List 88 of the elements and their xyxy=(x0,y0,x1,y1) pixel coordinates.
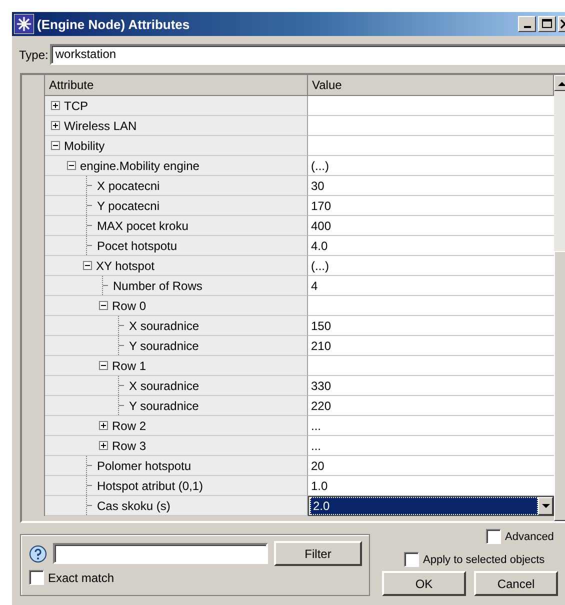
collapse-icon[interactable] xyxy=(83,261,92,270)
maximize-icon xyxy=(542,19,552,29)
collapse-icon[interactable] xyxy=(67,161,76,170)
type-field[interactable]: workstation xyxy=(50,44,565,65)
attribute-name: MAX pocet kroku xyxy=(97,218,188,232)
value-cell[interactable]: 30 xyxy=(308,176,554,196)
attribute-value: 400 xyxy=(311,218,332,234)
value-cell[interactable]: 4 xyxy=(308,276,554,296)
value-cell[interactable]: (...) xyxy=(308,156,554,176)
up-arrow-icon[interactable] xyxy=(558,80,565,86)
attribute-name: X souradnice xyxy=(129,378,200,392)
attribute-name: Number of Rows xyxy=(113,278,202,292)
attribute-name: Y souradnice xyxy=(129,398,199,412)
attribute-name: Polomer hotspotu xyxy=(97,458,192,472)
value-cell[interactable] xyxy=(308,296,554,316)
filter-button[interactable]: Filter xyxy=(274,541,362,566)
attribute-value: 4.0 xyxy=(311,238,328,254)
attribute-name: XY hotspot xyxy=(96,258,154,272)
attribute-value: 4 xyxy=(311,278,318,294)
value-cell[interactable]: 1.0 xyxy=(308,476,554,496)
attribute-value: 210 xyxy=(311,338,332,354)
attribute-name: Row 0 xyxy=(112,298,146,312)
attribute-value: 2.0 xyxy=(310,497,538,515)
advanced-checkbox[interactable]: Advanced xyxy=(486,529,554,544)
expand-icon[interactable] xyxy=(99,421,108,430)
attribute-name: Cas skoku (s) xyxy=(97,498,170,512)
attribute-name: TCP xyxy=(64,98,88,112)
attribute-value: 1.0 xyxy=(311,478,328,494)
expand-icon[interactable] xyxy=(99,441,108,450)
value-cell[interactable]: ... xyxy=(308,436,554,456)
attribute-value: 150 xyxy=(311,318,332,334)
attribute-value: ... xyxy=(311,418,322,434)
attribute-value: 220 xyxy=(311,398,332,414)
filter-field[interactable] xyxy=(53,543,268,564)
attribute-name: engine.Mobility engine xyxy=(80,158,200,172)
ok-button[interactable]: OK xyxy=(382,571,466,596)
value-cell[interactable] xyxy=(308,136,554,156)
attribute-name: X pocatecni xyxy=(97,178,160,192)
attribute-name: X souradnice xyxy=(129,318,200,332)
column-header[interactable]: Attribute xyxy=(45,75,308,96)
attribute-name: Hotspot atribut (0,1) xyxy=(97,478,204,492)
collapse-icon[interactable] xyxy=(99,361,108,370)
attribute-value: 330 xyxy=(311,378,332,394)
attribute-value: (...) xyxy=(311,158,329,174)
attribute-name: Y souradnice xyxy=(129,338,199,352)
attribute-value: ... xyxy=(311,438,322,454)
window-title: (Engine Node) Attributes xyxy=(37,16,191,32)
value-cell[interactable] xyxy=(308,116,554,136)
value-cell[interactable]: 400 xyxy=(308,216,554,236)
attribute-name: Wireless LAN xyxy=(64,118,137,132)
value-cell[interactable]: 170 xyxy=(308,196,554,216)
dropdown-button[interactable] xyxy=(538,497,553,515)
value-cell[interactable]: 220 xyxy=(308,396,554,416)
help-icon[interactable] xyxy=(29,544,47,562)
maximize-button[interactable] xyxy=(538,16,556,32)
attribute-value: 20 xyxy=(311,458,324,474)
collapse-icon[interactable] xyxy=(51,141,60,150)
attribute-value: 30 xyxy=(311,178,324,194)
value-cell[interactable]: 4.0 xyxy=(308,236,554,256)
value-cell[interactable]: 150 xyxy=(308,316,554,336)
value-cell[interactable]: (...) xyxy=(308,256,554,276)
exact-match-checkbox[interactable]: Exact match xyxy=(29,570,363,585)
collapse-icon[interactable] xyxy=(99,301,108,310)
attribute-name: Row 2 xyxy=(112,418,146,432)
value-cell[interactable] xyxy=(308,96,554,116)
apply-checkbox[interactable]: Apply to selected objects xyxy=(404,552,545,567)
attribute-name: Row 1 xyxy=(112,358,146,372)
value-cell[interactable]: 2.0 xyxy=(308,496,554,516)
value-cell[interactable]: 20 xyxy=(308,456,554,476)
attribute-name: Y pocatecni xyxy=(97,198,160,212)
minimize-button[interactable] xyxy=(518,16,536,32)
value-cell[interactable]: 330 xyxy=(308,376,554,396)
caret-icon xyxy=(542,504,550,508)
star-icon xyxy=(14,14,34,34)
attribute-name: Row 3 xyxy=(112,438,146,452)
attribute-value: 170 xyxy=(311,198,332,214)
type-label: Type: xyxy=(19,48,48,62)
attribute-name: Pocet hotspotu xyxy=(97,238,178,252)
value-cell[interactable]: 210 xyxy=(308,336,554,356)
value-cell[interactable]: ... xyxy=(308,416,554,436)
expand-icon[interactable] xyxy=(51,121,60,130)
attribute-value: (...) xyxy=(311,258,329,274)
cancel-button[interactable]: Cancel xyxy=(474,571,558,596)
minimize-icon xyxy=(524,26,530,28)
attribute-name: Mobility xyxy=(64,138,105,152)
expand-icon[interactable] xyxy=(51,101,60,110)
column-header[interactable]: Value xyxy=(308,75,554,96)
value-cell[interactable] xyxy=(308,356,554,376)
